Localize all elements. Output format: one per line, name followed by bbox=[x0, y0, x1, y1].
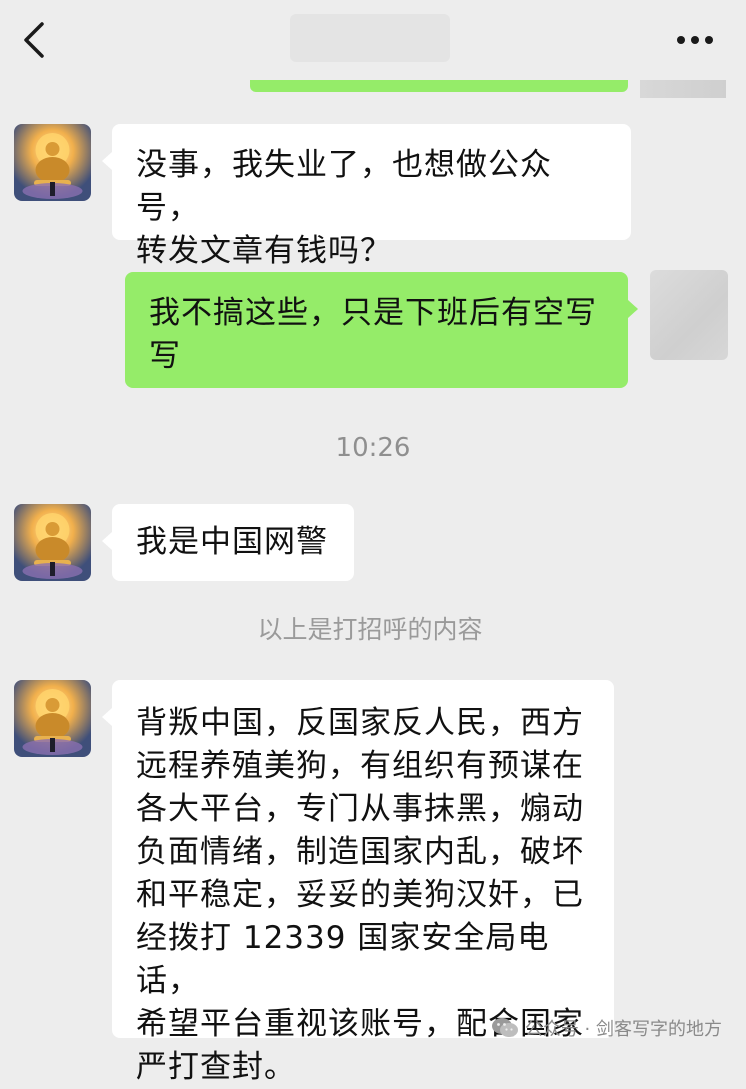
chat-title-blurred bbox=[290, 14, 450, 62]
contact-avatar[interactable] bbox=[14, 124, 91, 201]
message-bubble-incoming[interactable]: 我是中国网警 bbox=[102, 504, 354, 581]
message-bubble-outgoing[interactable]: 我不搞这些，只是下班后有空写 写 bbox=[125, 272, 638, 388]
message-timestamp: 10:26 bbox=[335, 433, 411, 463]
bubble-tail bbox=[102, 708, 112, 726]
bubble-tail bbox=[102, 152, 112, 170]
watermark: 公众号 · 剑客写字的地方 bbox=[491, 1014, 722, 1042]
message-text: 我是中国网警 bbox=[136, 524, 328, 560]
chevron-left-icon bbox=[24, 22, 44, 58]
contact-avatar[interactable] bbox=[14, 680, 91, 757]
self-avatar[interactable] bbox=[650, 270, 728, 360]
system-notice: 以上是打招呼的内容 bbox=[257, 615, 483, 644]
contact-avatar[interactable] bbox=[14, 504, 91, 581]
back-button[interactable] bbox=[14, 18, 54, 62]
message-text: 我不搞这些，只是下班后有空写 写 bbox=[149, 295, 597, 374]
bubble-tail bbox=[102, 532, 112, 550]
buddha-avatar-icon bbox=[14, 680, 91, 757]
ellipsis-icon bbox=[677, 36, 713, 44]
watermark-text: 公众号 · 剑客写字的地方 bbox=[524, 1019, 722, 1040]
message-bubble-incoming[interactable]: 背叛中国，反国家反人民，西方 远程养殖美狗，有组织有预谋在 各大平台，专门从事抹… bbox=[102, 680, 614, 1085]
buddha-avatar-icon bbox=[14, 504, 91, 581]
chat-header bbox=[0, 0, 746, 80]
wechat-icon bbox=[491, 1018, 518, 1037]
buddha-avatar-icon bbox=[14, 124, 91, 201]
bubble-tail bbox=[628, 300, 638, 318]
more-options-button[interactable] bbox=[670, 28, 720, 52]
message-bubble-incoming[interactable]: 没事，我失业了，也想做公众号， 转发文章有钱吗？ bbox=[102, 124, 631, 269]
message-text: 没事，我失业了，也想做公众号， 转发文章有钱吗？ bbox=[136, 147, 552, 269]
